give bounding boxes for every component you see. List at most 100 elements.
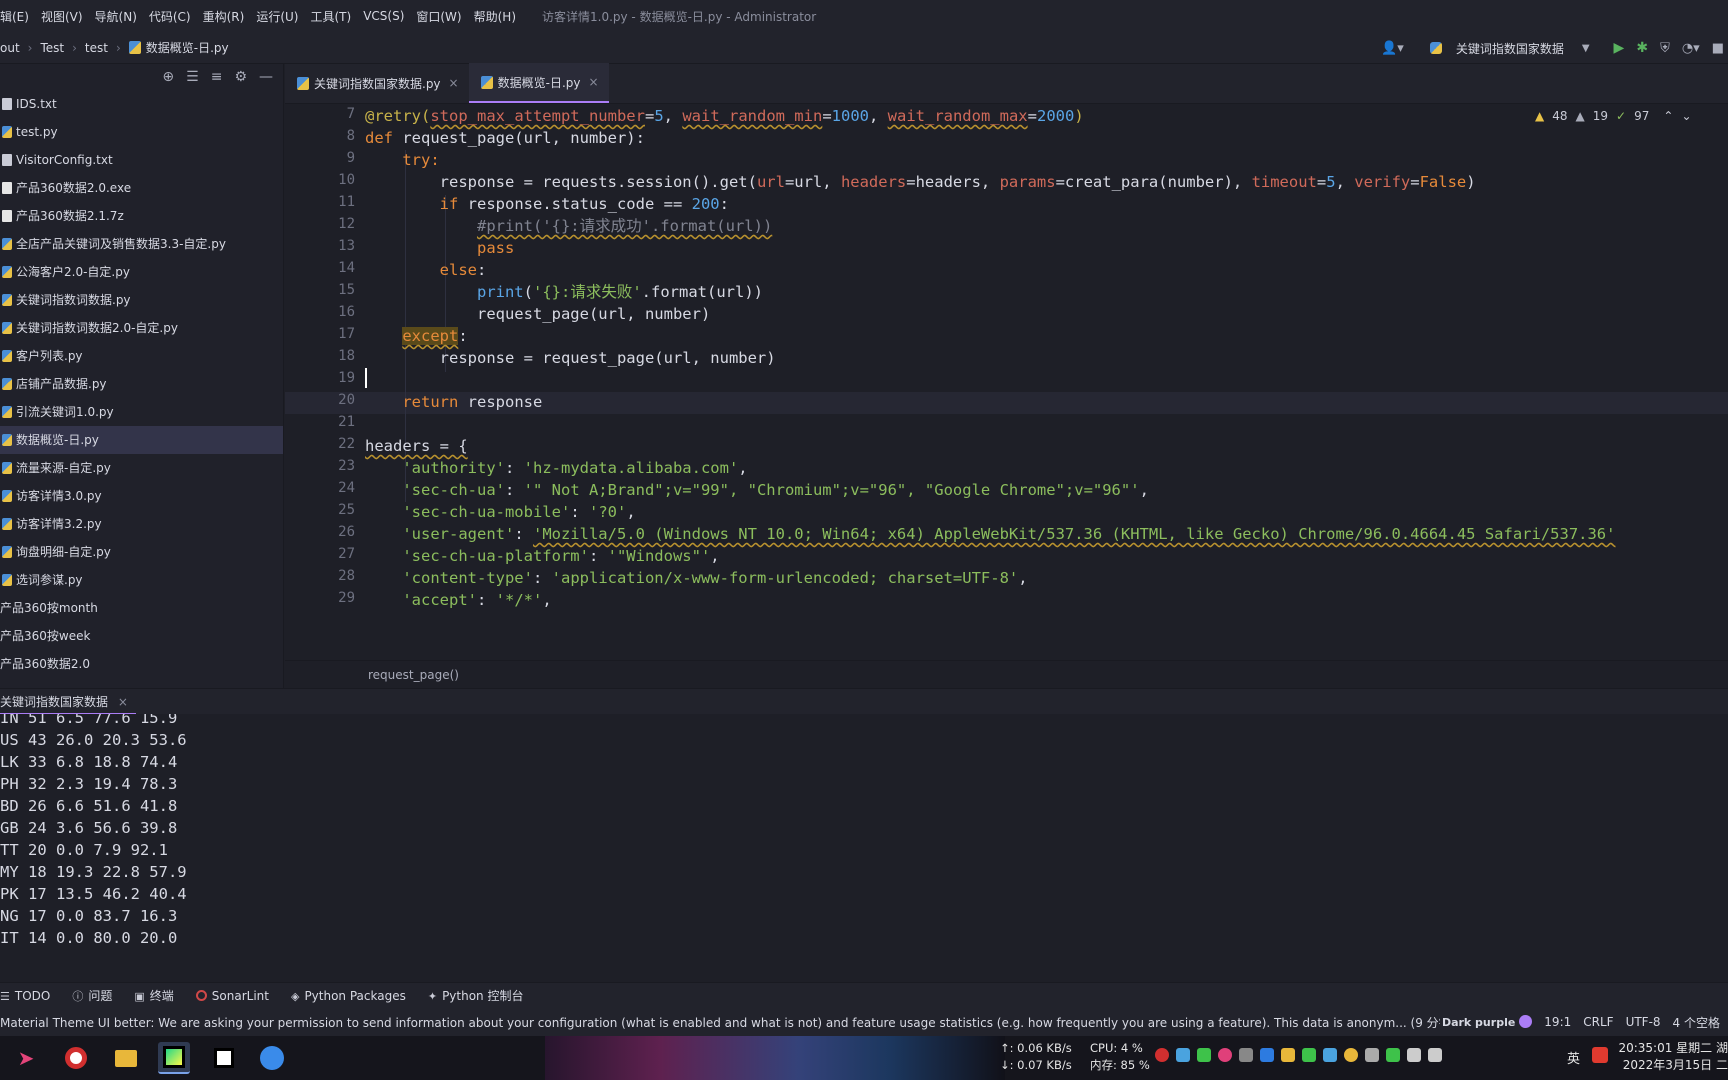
menu-code[interactable]: 代码(C) — [149, 8, 191, 25]
feishu-icon[interactable] — [256, 1042, 288, 1074]
run-tab[interactable]: 关键词指数国家数据 × — [0, 689, 136, 715]
app-tray-icon[interactable] — [1218, 1048, 1232, 1062]
pycharm-icon[interactable] — [158, 1042, 190, 1074]
profile-icon[interactable]: ◔▾ — [1682, 41, 1700, 56]
code-token: : — [504, 481, 524, 499]
notes-app-icon[interactable] — [208, 1042, 240, 1074]
tree-file[interactable]: 引流关键词1.0.py — [0, 398, 283, 426]
tree-file[interactable]: VisitorConfig.txt — [0, 146, 283, 174]
android-tray-icon[interactable] — [1302, 1048, 1316, 1062]
breadcrumb-file[interactable]: 数据概览-日.py — [146, 39, 229, 56]
tool-python-console[interactable]: ✦ Python 控制台 — [428, 987, 524, 1004]
menu-help[interactable]: 帮助(H) — [474, 8, 516, 25]
tree-file[interactable]: 产品360数据2.0.exe — [0, 174, 283, 202]
minimize-icon[interactable]: — — [259, 69, 273, 85]
tree-file[interactable]: 数据概览-日.py — [0, 426, 283, 454]
menu-run[interactable]: 运行(U) — [256, 8, 298, 25]
app-arrow-icon[interactable]: ➤ — [10, 1042, 42, 1074]
tree-file[interactable]: 访客详情3.2.py — [0, 510, 283, 538]
tree-file[interactable]: IDS.txt — [0, 90, 283, 118]
run-configuration-select[interactable]: 关键词指数国家数据 — [1456, 40, 1564, 57]
volume-tray-icon[interactable] — [1239, 1048, 1253, 1062]
code-text[interactable]: @retry(stop_max_attempt_number=5, wait_r… — [365, 105, 1728, 660]
expand-all-icon[interactable]: ☰ — [186, 69, 199, 85]
inspection-widget[interactable]: ▲ 48 ▲ 19 ✓ 97 ⌃ ⌄ — [1535, 105, 1692, 127]
tab-keyword-country-data[interactable]: 关键词指数国家数据.py × — [285, 63, 469, 103]
app-record-icon[interactable] — [60, 1042, 92, 1074]
tree-file[interactable]: 关键词指数词数据.py — [0, 286, 283, 314]
cloud-tray-icon[interactable] — [1176, 1048, 1190, 1062]
tool-todo[interactable]: ☰ TODO — [0, 989, 50, 1003]
folder-tray-icon[interactable] — [1281, 1048, 1295, 1062]
tree-folder[interactable]: 产品360按month — [0, 594, 283, 622]
file-explorer-icon[interactable] — [110, 1042, 142, 1074]
tree-folder[interactable]: 产品360数据2.0 — [0, 650, 283, 678]
coverage-icon[interactable]: ⛨ — [1660, 41, 1670, 56]
run-icon[interactable]: ▶ — [1614, 40, 1625, 56]
code-token: except — [402, 327, 459, 345]
theme-indicator[interactable]: Dark purple — [1442, 1015, 1533, 1029]
menu-refactor[interactable]: 重构(R) — [203, 8, 245, 25]
tree-file[interactable]: 公海客户2.0-自定.py — [0, 258, 283, 286]
speaker-tray-icon[interactable] — [1428, 1048, 1442, 1062]
tree-file[interactable]: 店铺产品数据.py — [0, 370, 283, 398]
collapse-all-icon[interactable]: ≡ — [211, 69, 223, 85]
menu-view[interactable]: 视图(V) — [41, 8, 83, 25]
code-token: params — [999, 173, 1056, 191]
chevron-up-icon[interactable]: ⌃ — [1663, 109, 1673, 123]
breadcrumb-out[interactable]: out — [0, 41, 20, 55]
close-icon[interactable]: × — [588, 75, 598, 89]
debug-icon[interactable]: ✱ — [1636, 40, 1648, 56]
chevron-down-icon[interactable]: ▼ — [1582, 43, 1590, 54]
tool-python-packages[interactable]: ◈ Python Packages — [291, 989, 406, 1003]
tree-file[interactable]: 客户列表.py — [0, 342, 283, 370]
tree-file[interactable]: 选词参谋.py — [0, 566, 283, 594]
cpu-usage: CPU: 4 % — [1090, 1041, 1143, 1055]
tool-problems[interactable]: ⓘ 问题 — [72, 987, 112, 1004]
tree-file[interactable]: 全店产品关键词及销售数据3.3-自定.py — [0, 230, 283, 258]
chevron-down-icon[interactable]: ⌄ — [1681, 109, 1691, 123]
flag-tray-icon[interactable] — [1386, 1048, 1400, 1062]
tool-terminal[interactable]: ▣ 终端 — [134, 987, 173, 1004]
tree-file[interactable]: 关键词指数词数据2.0-自定.py — [0, 314, 283, 342]
display-tray-icon[interactable] — [1407, 1048, 1421, 1062]
network-tray-icon[interactable] — [1323, 1048, 1337, 1062]
stop-icon[interactable]: ■ — [1712, 41, 1724, 56]
system-clock[interactable]: 20:35:01 星期二 湖 2022年3月15日 二 — [1618, 1040, 1728, 1074]
code-editor[interactable]: 7 8 9 10 11 12 13 14 15 16 17 18 19 20 21 22 23 24 25 26 27 2… — [285, 105, 1728, 660]
tab-data-overview-day[interactable]: 数据概览-日.py × — [468, 63, 609, 103]
breadcrumb-test-root[interactable]: Test — [40, 41, 64, 55]
tool-sonarlint[interactable]: SonarLint — [195, 989, 269, 1003]
editor-breadcrumb[interactable]: request_page() — [285, 660, 1728, 688]
menu-vcs[interactable]: VCS(S) — [363, 9, 404, 23]
indent-setting[interactable]: 4 个空格 — [1673, 1014, 1720, 1031]
tree-file[interactable]: 询盘明细-自定.py — [0, 538, 283, 566]
tree-folder[interactable]: 产品360按week — [0, 622, 283, 650]
tree-file[interactable]: test.py — [0, 118, 283, 146]
onedrive-tray-icon[interactable] — [1365, 1048, 1379, 1062]
search-tray-icon[interactable] — [1344, 1048, 1358, 1062]
menu-window[interactable]: 窗口(W) — [416, 8, 461, 25]
user-icon[interactable]: 👤▾ — [1381, 41, 1404, 56]
menu-tools[interactable]: 工具(T) — [310, 8, 351, 25]
tree-file[interactable]: 流量来源-自定.py — [0, 454, 283, 482]
sogou-icon[interactable] — [1592, 1047, 1608, 1063]
gear-icon[interactable]: ⚙ — [234, 69, 247, 85]
run-console-output[interactable]: IN 51 6.5 77.6 15.9 US 43 26.0 20.3 53.6 L… — [0, 714, 1728, 982]
close-icon[interactable]: × — [118, 695, 128, 709]
record-tray-icon[interactable] — [1155, 1048, 1169, 1062]
breadcrumb-test[interactable]: test — [85, 41, 108, 55]
wechat-tray-icon[interactable] — [1197, 1048, 1211, 1062]
file-encoding[interactable]: UTF-8 — [1626, 1015, 1661, 1029]
menu-edit[interactable]: 辑(E) — [0, 8, 29, 25]
line-separator[interactable]: CRLF — [1583, 1015, 1613, 1029]
menu-navigate[interactable]: 导航(N) — [95, 8, 137, 25]
tree-file[interactable]: 产品360数据2.1.7z — [0, 202, 283, 230]
input-method-indicator[interactable]: 英 — [1567, 1048, 1580, 1067]
status-message[interactable]: Material Theme UI better: We are asking … — [0, 1014, 1440, 1031]
locate-icon[interactable]: ⊕ — [162, 69, 174, 85]
shield-tray-icon[interactable] — [1260, 1048, 1274, 1062]
close-icon[interactable]: × — [449, 76, 459, 90]
tree-file[interactable]: 访客详情3.0.py — [0, 482, 283, 510]
caret-position[interactable]: 19:1 — [1544, 1015, 1571, 1029]
